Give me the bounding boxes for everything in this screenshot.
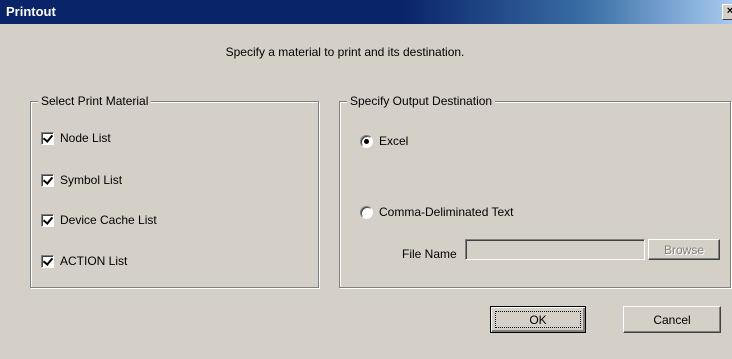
checkbox-icon[interactable]	[41, 173, 54, 187]
instruction-text: Specify a material to print and its dest…	[225, 45, 465, 59]
output-destination-group: Specify Output Destination Excel Comma-D…	[339, 94, 731, 288]
browse-button[interactable]: Browse	[648, 239, 720, 260]
output-destination-legend: Specify Output Destination	[347, 94, 496, 108]
radio-label: Excel	[379, 134, 409, 148]
radio-label: Comma-Deliminated Text	[379, 205, 514, 219]
checkbox-label: ACTION List	[60, 254, 128, 268]
checkbox-label: Node List	[60, 131, 111, 145]
checkbox-symbol-list[interactable]: Symbol List	[41, 172, 122, 188]
close-icon[interactable]: ×	[722, 4, 732, 20]
checkbox-icon[interactable]	[41, 131, 54, 145]
printout-dialog: Printout × Specify a material to print a…	[0, 0, 732, 359]
checkbox-icon[interactable]	[41, 254, 54, 268]
file-name-input[interactable]	[465, 239, 645, 260]
checkbox-label: Device Cache List	[60, 213, 157, 227]
cancel-button[interactable]: Cancel	[623, 306, 721, 333]
print-material-legend: Select Print Material	[38, 94, 152, 108]
checkbox-node-list[interactable]: Node List	[41, 130, 111, 146]
radio-comma-delimited-text[interactable]: Comma-Deliminated Text	[360, 204, 514, 220]
checkbox-label: Symbol List	[60, 173, 123, 187]
print-material-group: Select Print Material Node List Symbol L…	[30, 94, 319, 288]
radio-selected-icon[interactable]	[360, 134, 373, 148]
radio-unselected-icon[interactable]	[360, 205, 373, 219]
checkbox-action-list[interactable]: ACTION List	[41, 253, 127, 269]
checkbox-icon[interactable]	[41, 213, 54, 227]
checkbox-device-cache-list[interactable]: Device Cache List	[41, 212, 157, 228]
file-name-label: File Name	[402, 247, 457, 261]
title-bar[interactable]: Printout ×	[0, 0, 732, 24]
radio-excel[interactable]: Excel	[360, 133, 408, 149]
window-title: Printout	[6, 4, 56, 19]
ok-button[interactable]: OK	[490, 306, 586, 333]
